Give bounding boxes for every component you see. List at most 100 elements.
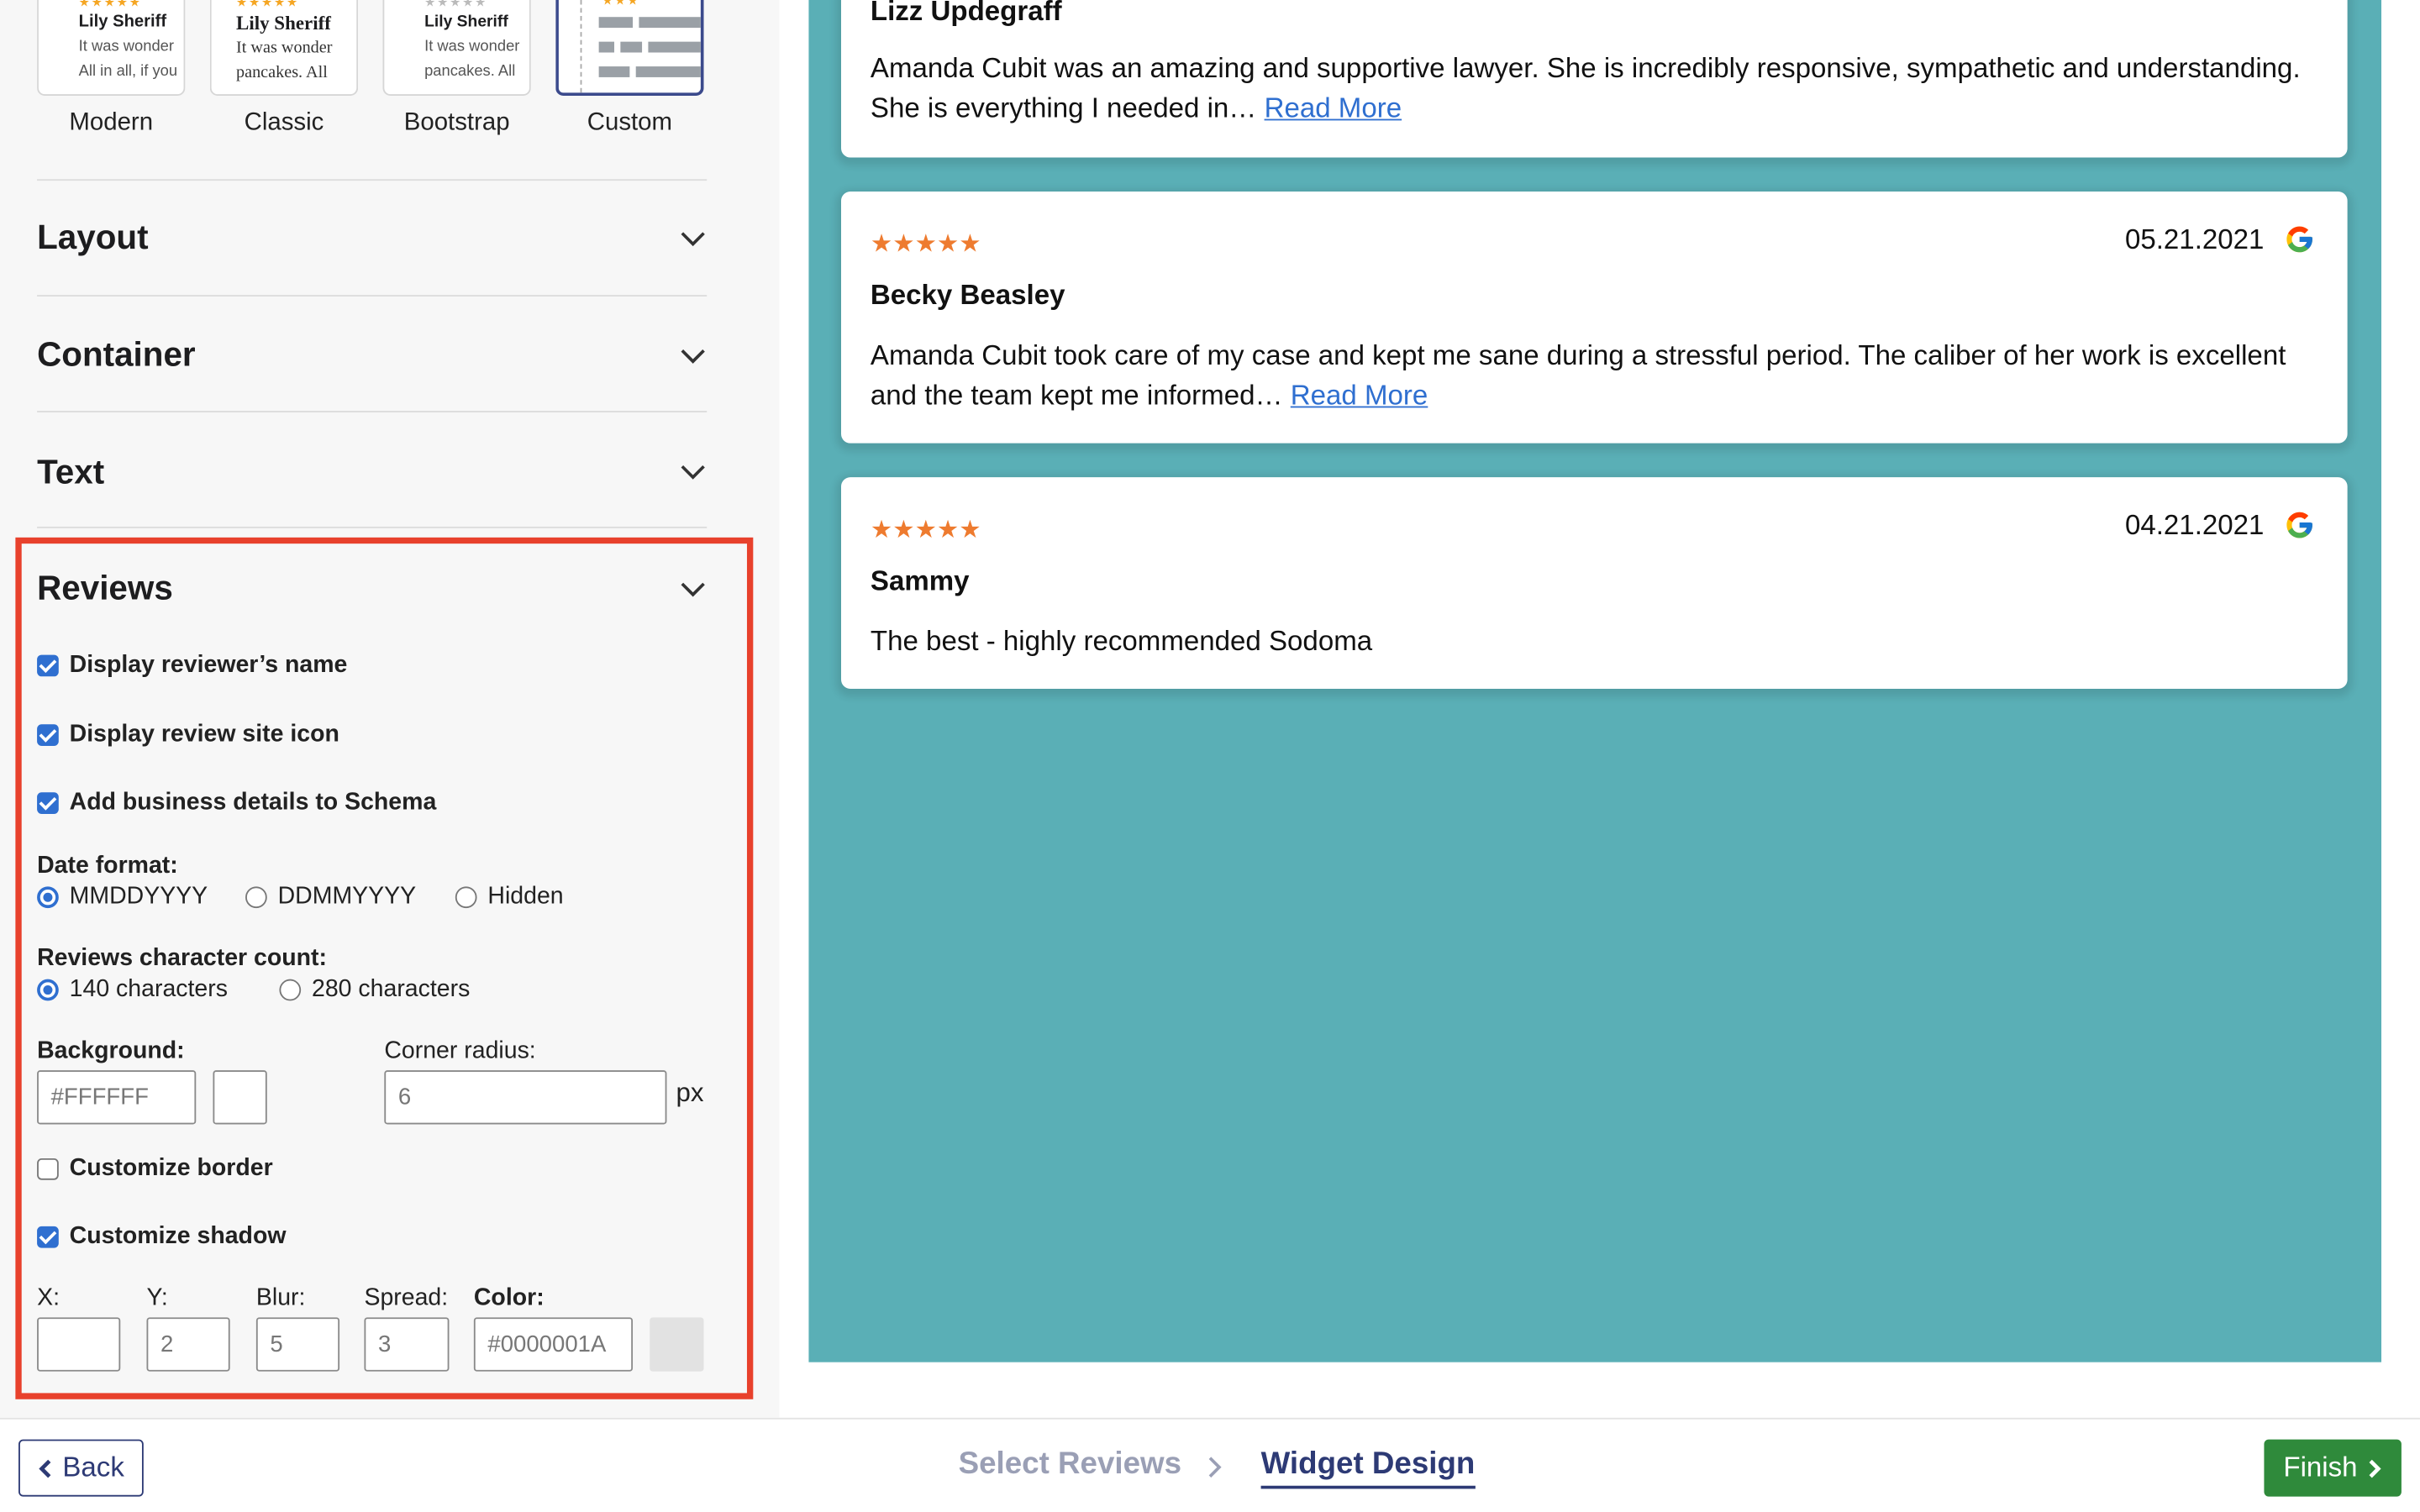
review-text-body: Amanda Cubit was an amazing and supporti… (870, 52, 2301, 124)
radio-label: 140 characters (69, 975, 228, 1003)
checkbox-checked[interactable] (37, 654, 59, 677)
step-select-reviews[interactable]: Select Reviews (959, 1447, 1181, 1483)
radio-mmddyyyy[interactable]: MMDDYYYY (37, 884, 208, 911)
date-format-label: Date format: (37, 852, 178, 879)
chevron-right-icon (2368, 1458, 2381, 1478)
shadow-spread-label: Spread: (364, 1284, 449, 1311)
app-root: ★★★★★ Lily Sheriff It was wonder All in … (0, 0, 2420, 1512)
checkbox-label: Display reviewer’s name (69, 651, 348, 679)
theme-modern[interactable]: ★★★★★ Lily Sheriff It was wonder All in … (37, 0, 186, 138)
radio-ddmmyyyy[interactable]: DDMMYYYY (245, 884, 416, 911)
radio-label: Hidden (487, 883, 564, 910)
review-text-body: Amanda Cubit took care of my case and ke… (870, 339, 2286, 412)
shadow-blur-input[interactable]: 5 (255, 1317, 340, 1372)
section-title-reviews: Reviews (37, 568, 173, 607)
google-icon (2286, 512, 2312, 538)
checkbox-customize-border[interactable]: Customize border (37, 1155, 273, 1183)
checkbox-display-name[interactable]: Display reviewer’s name (37, 652, 347, 680)
theme-custom[interactable]: ★★★ Custom (555, 0, 704, 138)
thumbnail-bar (620, 41, 643, 53)
section-title: Container (37, 334, 196, 374)
radio-label: MMDDYYYY (69, 883, 208, 910)
review-text: Amanda Cubit was an amazing and supporti… (871, 48, 2306, 129)
radio-unselected[interactable] (455, 886, 477, 909)
shadow-spread-input[interactable]: 3 (364, 1317, 450, 1372)
back-button[interactable]: Back (18, 1439, 144, 1497)
radio-140[interactable]: 140 characters (37, 976, 228, 1004)
thumbnail-stars: ★★★ (602, 0, 640, 8)
theme-label: Custom (587, 109, 672, 136)
review-card: ★★★★★ 04.21.2021 Sammy The best - highly… (841, 477, 2348, 690)
thumbnail-bar (639, 17, 701, 29)
checkbox-checked[interactable] (37, 1226, 59, 1248)
thumbnail-bar (635, 66, 701, 77)
finish-button-label: Finish (2283, 1452, 2358, 1483)
review-card: ★★★★★ 05.21.2021 Becky Beasley Amanda Cu… (841, 191, 2348, 444)
theme-label: Modern (69, 109, 154, 136)
checkbox-label: Display review site icon (69, 721, 339, 748)
theme-classic[interactable]: ★★★★★ Lily Sheriff It was wonder pancake… (209, 0, 359, 138)
wizard-footer: Back Select Reviews Widget Design Finish (0, 1417, 2420, 1512)
chevron-down-icon (681, 232, 705, 247)
star-rating: ★★★★★ (870, 231, 981, 259)
checkbox-display-icon[interactable]: Display review site icon (37, 722, 339, 749)
chevron-down-icon (681, 465, 705, 480)
thumbnail-bar (598, 66, 630, 77)
shadow-x-label: X: (37, 1284, 60, 1311)
theme-bootstrap[interactable]: ★★★★★ Lily Sheriff It was wonder pancake… (382, 0, 531, 138)
checkbox-checked[interactable] (37, 792, 59, 814)
checkbox-checked[interactable] (37, 724, 59, 747)
radio-hidden[interactable]: Hidden (455, 884, 564, 911)
background-label: Background: (37, 1037, 185, 1064)
section-container[interactable]: Container (37, 295, 708, 412)
checkbox-schema[interactable]: Add business details to Schema (37, 790, 436, 817)
chevron-left-icon (39, 1458, 52, 1478)
checkbox-label: Customize border (69, 1155, 273, 1182)
review-date: 05.21.2021 (2124, 223, 2265, 255)
theme-thumbnail: ★★★★★ Lily Sheriff It was wonder pancake… (382, 0, 531, 96)
section-title: Text (37, 452, 105, 491)
shadow-x-input[interactable] (37, 1317, 121, 1372)
reviewer-name: Sammy (870, 564, 970, 596)
star-rating: ★★★★★ (870, 517, 981, 544)
thumbnail-text: pancakes. All (424, 63, 516, 81)
thumbnail-bar (648, 41, 701, 53)
radio-280[interactable]: 280 characters (279, 976, 470, 1004)
background-color-input[interactable]: #FFFFFF (37, 1070, 197, 1125)
shadow-color-swatch[interactable] (650, 1317, 704, 1372)
chevron-down-icon (681, 349, 705, 364)
radio-selected[interactable] (37, 979, 59, 1001)
chevron-right-icon (1208, 1457, 1222, 1478)
checkbox-unchecked[interactable] (37, 1158, 59, 1180)
radio-selected[interactable] (37, 886, 59, 909)
thumbnail-stars: ★★★★★ (236, 0, 300, 10)
settings-panel: ★★★★★ Lily Sheriff It was wonder All in … (0, 0, 780, 1418)
thumbnail-text: It was wonder (424, 38, 520, 56)
theme-thumbnail: ★★★★★ Lily Sheriff It was wonder All in … (37, 0, 186, 96)
corner-radius-label: Corner radius: (384, 1037, 536, 1064)
read-more-link[interactable]: Read More (1291, 380, 1428, 411)
shadow-y-label: Y: (146, 1284, 168, 1311)
px-unit-label: px (676, 1078, 704, 1108)
section-text[interactable]: Text (37, 411, 708, 528)
shadow-color-input[interactable]: #0000001A (473, 1317, 634, 1372)
section-layout[interactable]: Layout (37, 179, 708, 297)
radio-unselected[interactable] (279, 979, 302, 1001)
widget-preview: Lizz Updegraff Amanda Cubit was an amazi… (808, 0, 2382, 1362)
finish-button[interactable]: Finish (2264, 1439, 2402, 1497)
checkbox-label: Customize shadow (69, 1223, 287, 1250)
step-widget-design[interactable]: Widget Design (1260, 1447, 1476, 1489)
review-text: The best - highly recommended Sodoma (870, 625, 1373, 657)
background-color-swatch[interactable] (213, 1070, 267, 1125)
shadow-blur-label: Blur: (255, 1284, 306, 1311)
shadow-y-input[interactable]: 2 (146, 1317, 230, 1372)
checkbox-customize-shadow[interactable]: Customize shadow (37, 1223, 287, 1251)
read-more-link[interactable]: Read More (1265, 92, 1402, 123)
radio-unselected[interactable] (245, 886, 267, 909)
review-date: 04.21.2021 (2124, 509, 2265, 541)
review-text: Amanda Cubit took care of my case and ke… (871, 335, 2306, 416)
chevron-up-icon[interactable] (679, 580, 707, 599)
thumbnail-name: Lily Sheriff (236, 12, 331, 34)
corner-radius-input[interactable]: 6 (384, 1070, 667, 1125)
thumbnail-name: Lily Sheriff (424, 12, 508, 31)
